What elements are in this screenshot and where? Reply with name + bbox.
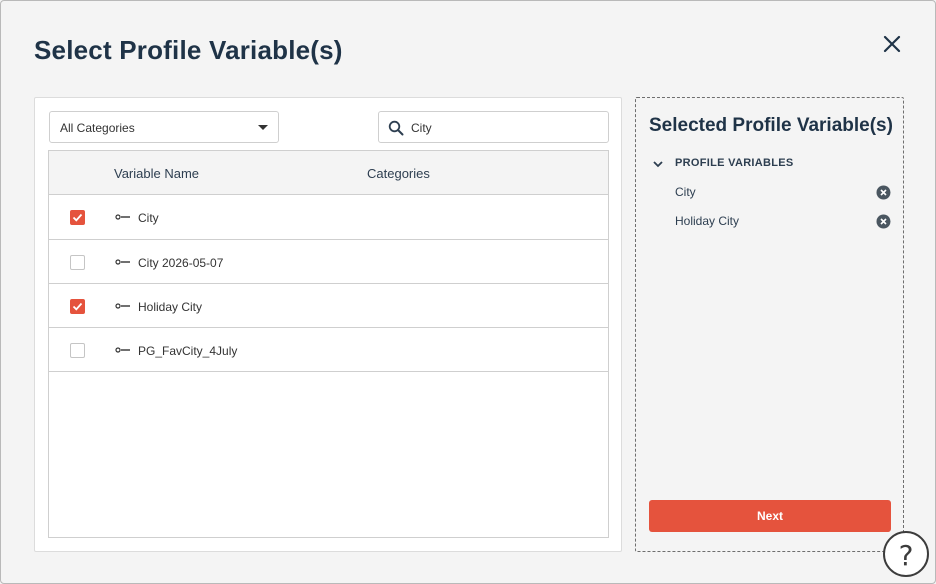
table-header: Variable Name Categories [49, 151, 608, 195]
group-label: PROFILE VARIABLES [675, 157, 794, 169]
row-checkbox[interactable] [70, 210, 85, 225]
selected-panel-title: Selected Profile Variable(s) [649, 115, 893, 136]
help-icon: ? [898, 539, 914, 572]
table-row[interactable]: PG_FavCity_4July [49, 328, 608, 372]
variables-table: Variable Name Categories City City 2026-… [48, 150, 609, 538]
dialog-title: Select Profile Variable(s) [34, 35, 343, 65]
row-checkbox[interactable] [70, 343, 85, 358]
selected-variables-panel: Selected Profile Variable(s) PROFILE VAR… [635, 97, 904, 552]
variable-name: PG_FavCity_4July [138, 344, 238, 358]
chevron-down-icon [258, 125, 268, 130]
selected-item: City [675, 185, 891, 203]
table-row[interactable]: Holiday City [49, 284, 608, 328]
category-dropdown[interactable]: All Categories [49, 111, 279, 143]
variable-name: City [138, 211, 159, 225]
checkmark-icon [72, 213, 83, 222]
variable-name: Holiday City [138, 300, 203, 314]
help-button[interactable]: ? [883, 531, 929, 577]
variable-key-icon [115, 214, 130, 220]
remove-circle-icon[interactable] [876, 214, 891, 229]
variable-key-icon [115, 259, 130, 265]
remove-circle-icon[interactable] [876, 185, 891, 200]
table-row[interactable]: City [49, 195, 608, 240]
select-profile-variables-dialog: Select Profile Variable(s) All Categorie… [0, 0, 936, 584]
row-checkbox[interactable] [70, 255, 85, 270]
selected-item: Holiday City [675, 214, 891, 232]
checkmark-icon [72, 302, 83, 311]
search-box[interactable] [378, 111, 609, 143]
variable-key-icon [115, 347, 130, 353]
search-icon [388, 120, 404, 136]
variable-key-icon [115, 303, 130, 309]
selected-item-label: City [675, 185, 696, 199]
close-button[interactable] [879, 31, 905, 57]
chevron-down-icon [653, 161, 663, 168]
row-checkbox[interactable] [70, 299, 85, 314]
variable-name: City 2026-05-07 [138, 256, 224, 270]
category-dropdown-value: All Categories [60, 121, 135, 135]
table-row[interactable]: City 2026-05-07 [49, 240, 608, 284]
close-icon [883, 35, 901, 53]
selected-item-label: Holiday City [675, 214, 740, 228]
search-input[interactable] [411, 118, 601, 138]
variable-list-panel: All Categories Variable Name Categories [34, 97, 622, 552]
next-button[interactable]: Next [649, 500, 891, 532]
column-header-categories[interactable]: Categories [367, 166, 430, 181]
column-header-variable-name[interactable]: Variable Name [114, 166, 199, 181]
